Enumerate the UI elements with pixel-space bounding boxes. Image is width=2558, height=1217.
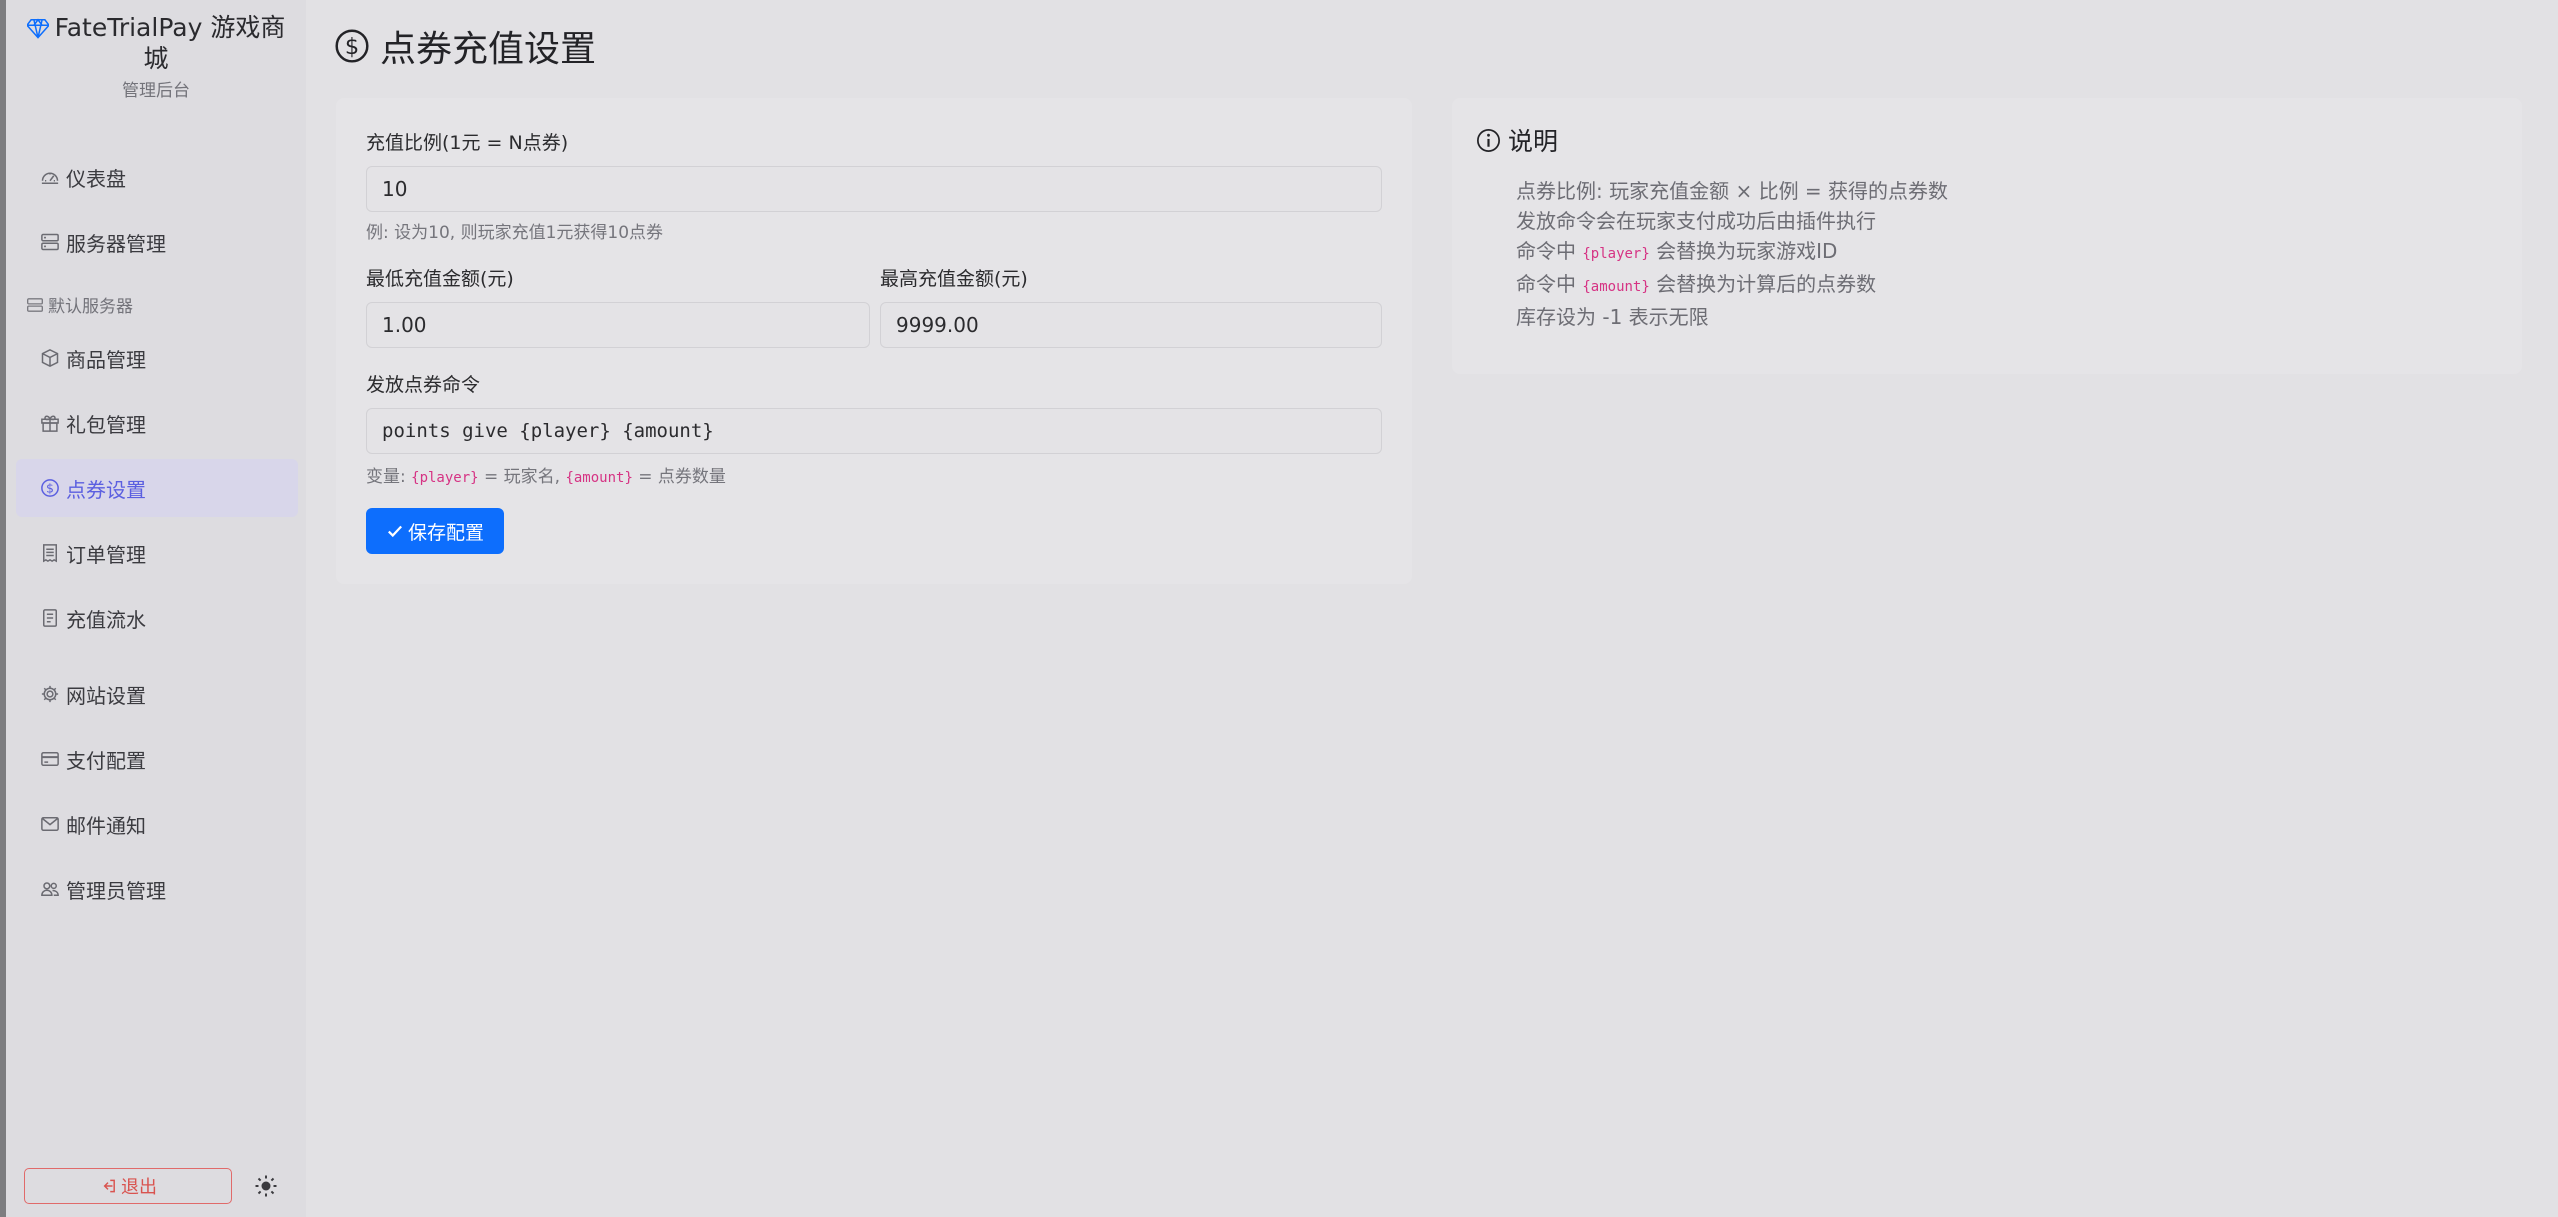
server-group-header: 默认服务器 (26, 292, 133, 317)
hint-player-desc: = 玩家名, (478, 467, 566, 487)
page-title: $ 点券充值设置 (334, 20, 596, 72)
ratio-input[interactable]: 10 (366, 166, 1382, 212)
ratio-hint: 例: 设为10, 则玩家充值1元获得10点券 (366, 223, 664, 243)
max-amount-label: 最高充值金额(元) (880, 268, 1028, 290)
box-icon (41, 349, 59, 367)
envelope-icon (41, 817, 59, 831)
sidebar-item-label: 支付配置 (66, 748, 146, 773)
var-amount-code: {amount} (565, 470, 633, 486)
gem-icon (26, 18, 49, 39)
info-line-amount-var: 命令中 {amount} 会替换为计算后的点券数 (1516, 269, 1948, 302)
var-amount-code: {amount} (1582, 279, 1650, 295)
sidebar-item-servers[interactable]: 服务器管理 (16, 213, 298, 271)
svg-text:$: $ (46, 480, 54, 495)
coin-icon: $ (335, 29, 369, 63)
hint-amount-desc: = 点券数量 (632, 467, 726, 487)
info-title: 说明 (1476, 122, 1558, 158)
var-player-code: {player} (411, 470, 479, 486)
sidebar-item-label: 订单管理 (66, 542, 146, 567)
coin-icon: $ (41, 479, 59, 497)
hint-prefix: 变量: (366, 467, 412, 487)
min-amount-input[interactable]: 1.00 (366, 302, 870, 348)
server-group-label: 默认服务器 (48, 297, 133, 317)
sidebar-item-label: 管理员管理 (66, 878, 166, 903)
save-button[interactable]: 保存配置 (366, 508, 504, 554)
logout-icon (103, 1179, 115, 1193)
sidebar-item-label: 商品管理 (66, 347, 146, 372)
info-list: 点券比例: 玩家充值金额 × 比例 = 获得的点券数 发放命令会在玩家支付成功后… (1516, 176, 1948, 332)
dashboard-icon (41, 172, 59, 184)
info-title-text: 说明 (1508, 127, 1559, 156)
brand-subtitle: 管理后台 (122, 81, 190, 101)
points-config-form: 充值比例(1元 = N点券) 10 例: 设为10, 则玩家充值1元获得10点券… (336, 98, 1412, 584)
info-line-ratio: 点券比例: 玩家充值金额 × 比例 = 获得的点券数 (1516, 179, 1949, 203)
sidebar-item-products[interactable]: 商品管理 (16, 329, 298, 387)
sidebar: FateTrialPay 游戏商城 管理后台 仪表盘 服务器管理 默认服务器 商… (6, 0, 306, 1217)
min-amount-label: 最低充值金额(元) (366, 268, 514, 290)
sidebar-item-gifts[interactable]: 礼包管理 (16, 394, 298, 452)
max-amount-input[interactable]: 9999.00 (880, 302, 1382, 348)
sidebar-item-label: 服务器管理 (66, 231, 166, 256)
gear-icon (41, 685, 59, 703)
info-line-player-var: 命令中 {player} 会替换为玩家游戏ID (1516, 236, 1948, 269)
check-icon (388, 525, 402, 538)
sidebar-item-label: 点券设置 (66, 477, 146, 502)
receipt-icon (43, 544, 57, 563)
sidebar-item-label: 邮件通知 (66, 813, 146, 838)
info-suffix: 会替换为计算后的点券数 (1649, 272, 1877, 296)
var-player-code: {player} (1582, 246, 1650, 262)
info-panel: 说明 点券比例: 玩家充值金额 × 比例 = 获得的点券数 发放命令会在玩家支付… (1452, 98, 2522, 374)
sidebar-item-orders[interactable]: 订单管理 (16, 524, 298, 582)
logout-button[interactable]: 退出 (24, 1168, 232, 1204)
logout-label: 退出 (121, 1177, 157, 1198)
ledger-icon (43, 609, 57, 627)
sidebar-item-dashboard[interactable]: 仪表盘 (16, 148, 298, 206)
sidebar-item-label: 礼包管理 (66, 412, 146, 437)
info-icon (1477, 128, 1500, 152)
server-icon (27, 297, 43, 312)
page-title-text: 点券充值设置 (380, 29, 597, 70)
server-icon (41, 233, 59, 251)
sidebar-item-points[interactable]: $ 点券设置 (16, 459, 298, 517)
info-line-plugin: 发放命令会在玩家支付成功后由插件执行 (1516, 209, 1876, 233)
brand-title: FateTrialPay 游戏商城 (6, 12, 306, 74)
sidebar-item-site-settings[interactable]: 网站设置 (16, 665, 298, 723)
command-input[interactable]: points give {player} {amount} (366, 408, 1382, 454)
sun-icon[interactable] (254, 1174, 278, 1198)
brand: FateTrialPay 游戏商城 管理后台 (6, 12, 306, 101)
credit-card-icon (41, 752, 59, 766)
gift-icon (41, 415, 59, 432)
sidebar-item-recharge-log[interactable]: 充值流水 (16, 589, 298, 647)
sidebar-item-payment[interactable]: 支付配置 (16, 730, 298, 788)
sidebar-item-label: 网站设置 (66, 683, 146, 708)
info-suffix: 会替换为玩家游戏ID (1649, 239, 1838, 263)
brand-title-text: FateTrialPay 游戏商城 (54, 13, 286, 73)
command-hint: 变量: {player} = 玩家名, {amount} = 点券数量 (366, 462, 726, 487)
info-prefix: 命令中 (1516, 272, 1583, 296)
save-label: 保存配置 (407, 521, 484, 544)
ratio-label: 充值比例(1元 = N点券) (366, 132, 569, 154)
sidebar-item-label: 仪表盘 (66, 166, 126, 191)
svg-text:$: $ (345, 34, 359, 60)
sidebar-item-label: 充值流水 (66, 607, 146, 632)
info-line-stock: 库存设为 -1 表示无限 (1516, 305, 1709, 329)
people-icon (41, 882, 59, 896)
command-label: 发放点券命令 (366, 374, 481, 396)
sidebar-item-mail[interactable]: 邮件通知 (16, 795, 298, 853)
sidebar-item-admins[interactable]: 管理员管理 (16, 860, 298, 918)
info-prefix: 命令中 (1516, 239, 1583, 263)
